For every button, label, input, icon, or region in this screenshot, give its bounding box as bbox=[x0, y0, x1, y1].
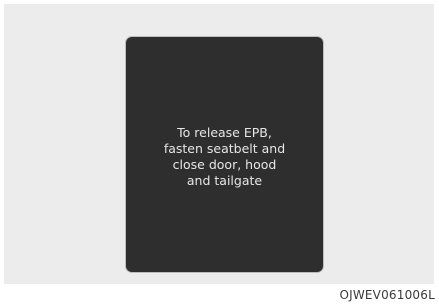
message-line-3: close door, hood bbox=[172, 156, 277, 172]
figure-code-label: OJWEV061006L bbox=[339, 288, 435, 302]
message-line-4: and tailgate bbox=[186, 172, 263, 188]
epb-warning-message: To release EPB, fasten seatbelt and clos… bbox=[164, 125, 285, 189]
instrument-cluster-message-screen: To release EPB, fasten seatbelt and clos… bbox=[126, 37, 323, 272]
message-line-1: To release EPB, bbox=[177, 124, 272, 140]
message-line-2: fasten seatbelt and bbox=[163, 140, 286, 156]
